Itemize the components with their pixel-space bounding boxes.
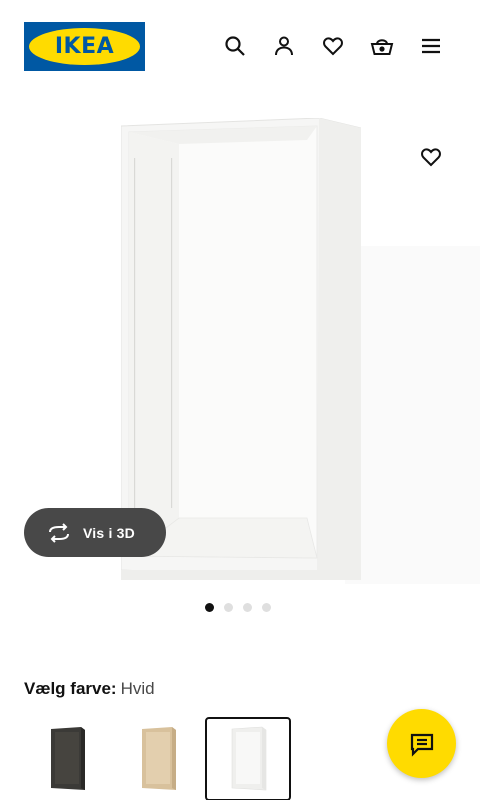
image-background (345, 246, 480, 584)
pagination-dot[interactable] (205, 603, 214, 612)
rotate-3d-icon (49, 522, 69, 543)
color-swatch-white[interactable] (205, 717, 291, 800)
basket-icon[interactable] (370, 34, 394, 58)
favorites-icon[interactable] (321, 34, 345, 58)
account-icon[interactable] (272, 34, 296, 58)
chat-button[interactable] (387, 709, 456, 778)
color-choice-value: Hvid (120, 679, 155, 698)
logo-text: IKEA (54, 34, 115, 59)
header: IKEA (0, 0, 480, 92)
pagination-dot[interactable] (224, 603, 233, 612)
view-3d-label: Vis i 3D (83, 524, 135, 541)
color-swatch-dark[interactable] (24, 717, 110, 800)
color-choice-key: Vælg farve: (24, 679, 117, 698)
pagination-dot[interactable] (243, 603, 252, 612)
view-3d-button[interactable]: Vis i 3D (24, 508, 166, 557)
color-choice-label: Vælg farve: Hvid (24, 679, 155, 699)
pagination-dot[interactable] (262, 603, 271, 612)
logo-oval: IKEA (29, 28, 140, 65)
ikea-logo[interactable]: IKEA (24, 22, 145, 71)
heart-icon[interactable] (419, 145, 443, 169)
chat-icon (410, 733, 433, 757)
menu-icon[interactable] (419, 34, 443, 58)
search-icon[interactable] (223, 34, 247, 58)
product-image (121, 118, 361, 580)
image-pagination (205, 603, 271, 612)
color-swatch-oak[interactable] (115, 717, 201, 800)
